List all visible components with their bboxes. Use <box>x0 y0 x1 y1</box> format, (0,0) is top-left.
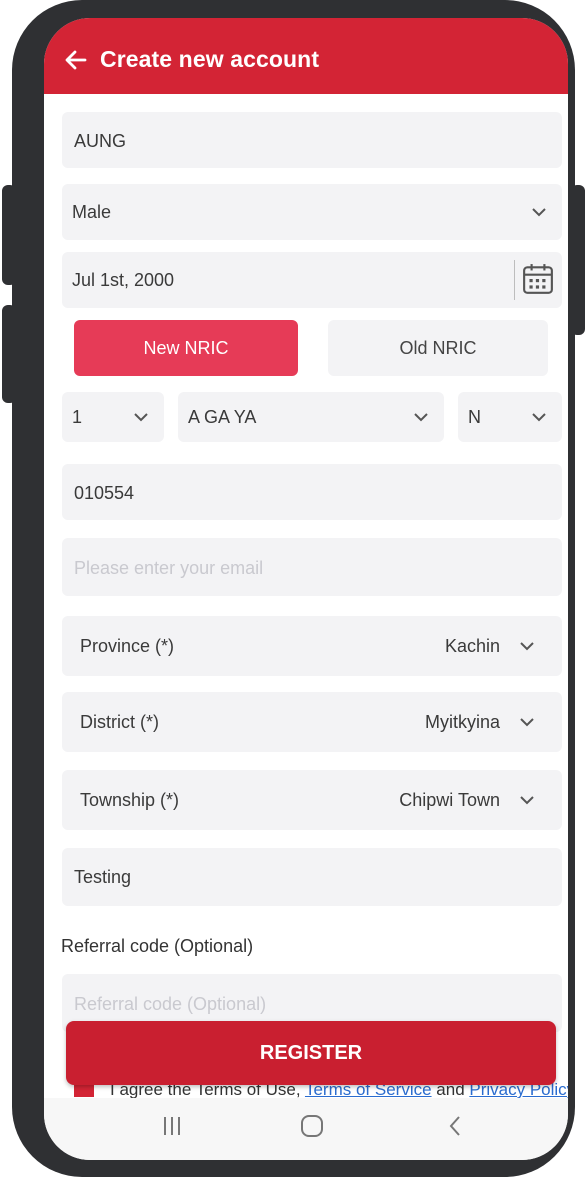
district-value: Myitkyina <box>424 712 500 732</box>
chevron-down-icon <box>532 413 546 422</box>
app-screen: Create new account AUNG Male Jul 1st, 20… <box>44 18 568 1160</box>
back-icon[interactable] <box>444 1114 468 1138</box>
app-header: Create new account <box>44 18 568 94</box>
gender-select[interactable]: Male <box>62 184 562 240</box>
registration-form: AUNG Male Jul 1st, 2000 New NRIC Old NRI… <box>44 94 568 1160</box>
nric-state-select[interactable]: 1 <box>62 392 164 442</box>
register-button[interactable]: REGISTER <box>66 1021 556 1085</box>
email-placeholder: Please enter your email <box>74 558 264 578</box>
dob-field[interactable]: Jul 1st, 2000 <box>62 252 562 308</box>
address-value: Testing <box>74 867 132 887</box>
province-select[interactable]: Province (*) Kachin <box>62 616 562 676</box>
township-label: Township (*) <box>80 790 180 810</box>
province-value: Kachin <box>444 636 500 656</box>
nric-number-field[interactable]: 010554 <box>62 464 562 520</box>
nric-township-value: A GA YA <box>188 407 257 427</box>
nric-number-value: 010554 <box>74 483 135 503</box>
calendar-divider <box>514 260 515 300</box>
township-value: Chipwi Town <box>399 790 500 810</box>
referral-label: Referral code (Optional) <box>61 936 254 956</box>
email-field[interactable]: Please enter your email <box>62 538 562 596</box>
home-icon[interactable] <box>300 1114 324 1138</box>
nric-township-select[interactable]: A GA YA <box>178 392 444 442</box>
province-label: Province (*) <box>80 636 175 656</box>
nric-type-value: N <box>468 407 481 427</box>
tab-new-nric[interactable]: New NRIC <box>74 320 298 376</box>
name-value: AUNG <box>74 131 127 151</box>
tab-old-nric[interactable]: Old NRIC <box>328 320 548 376</box>
nric-type-select[interactable]: N <box>458 392 562 442</box>
chevron-down-icon <box>414 413 428 422</box>
recents-icon[interactable] <box>160 1114 184 1138</box>
chevron-down-icon <box>520 718 534 727</box>
chevron-down-icon <box>520 796 534 805</box>
chevron-down-icon <box>532 208 546 217</box>
system-nav-bar <box>44 1098 568 1160</box>
arrow-left-icon[interactable] <box>64 48 88 72</box>
referral-placeholder: Referral code (Optional) <box>74 994 267 1014</box>
address-field[interactable]: Testing <box>62 848 562 906</box>
district-label: District (*) <box>80 712 159 732</box>
chevron-down-icon <box>520 642 534 651</box>
township-select[interactable]: Township (*) Chipwi Town <box>62 770 562 830</box>
page-title: Create new account <box>100 46 320 72</box>
chevron-down-icon <box>134 413 148 422</box>
gender-value: Male <box>72 202 112 222</box>
phone-frame: Create new account AUNG Male Jul 1st, 20… <box>12 0 575 1177</box>
calendar-icon[interactable] <box>522 263 554 295</box>
district-select[interactable]: District (*) Myitkyina <box>62 692 562 752</box>
dob-value: Jul 1st, 2000 <box>72 270 175 290</box>
nric-state-value: 1 <box>72 407 83 427</box>
name-field[interactable]: AUNG <box>62 112 562 168</box>
